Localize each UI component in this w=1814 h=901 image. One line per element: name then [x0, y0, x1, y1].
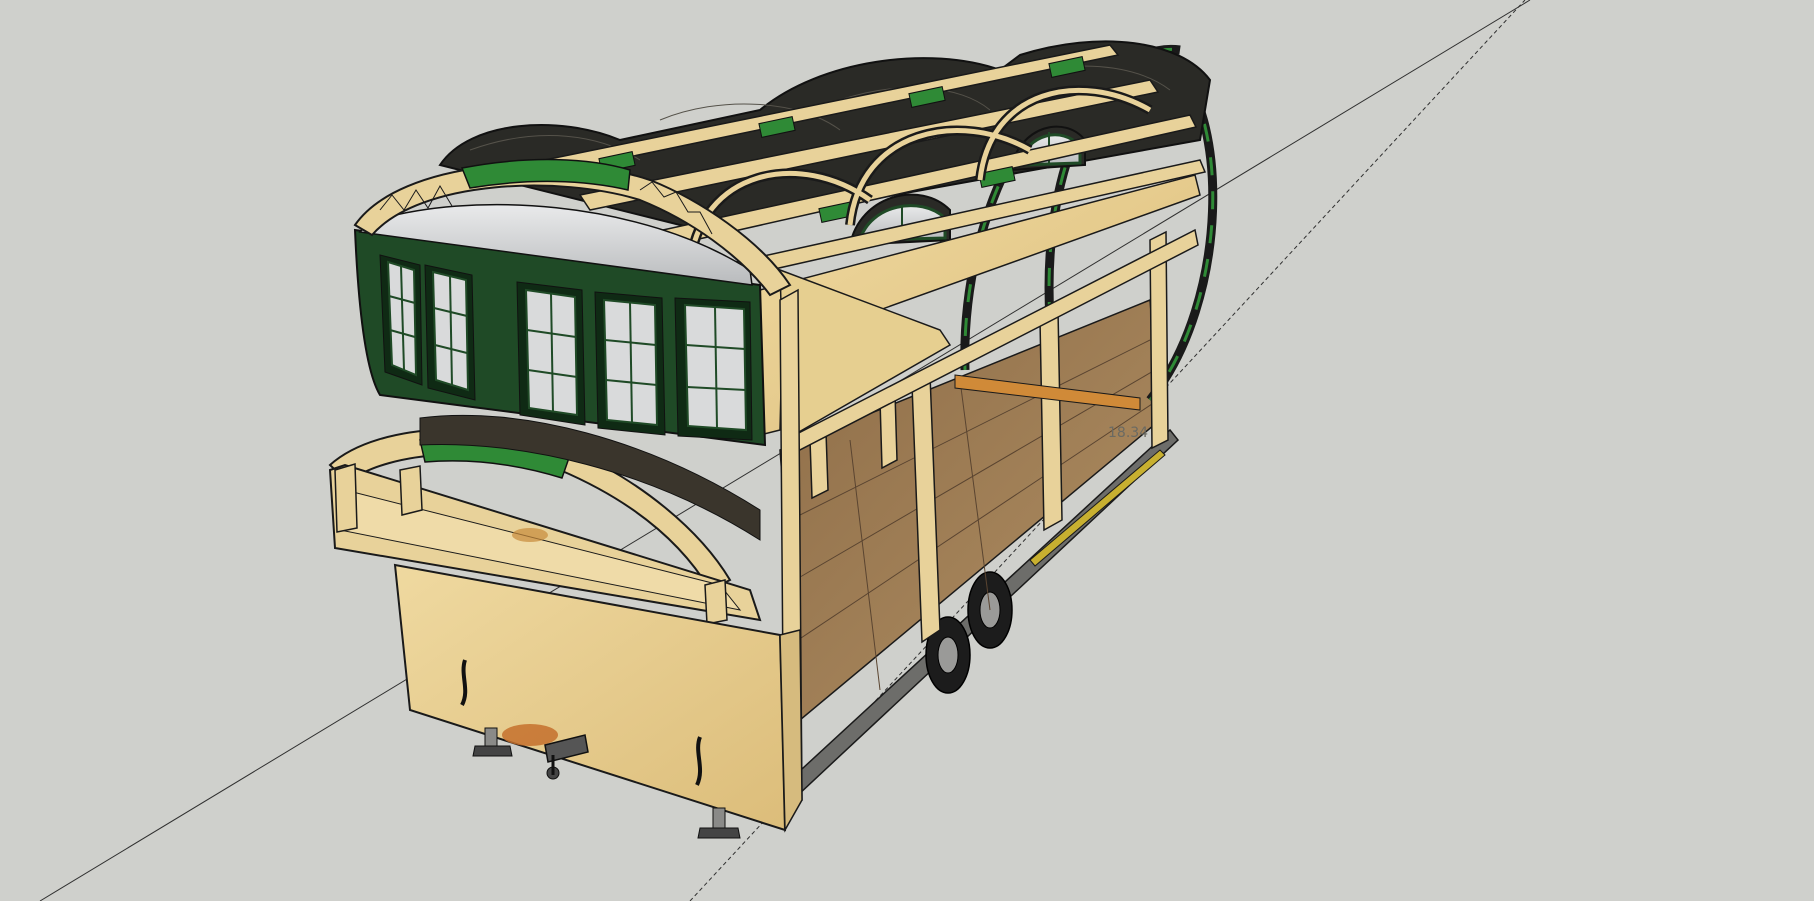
window-4 [594, 291, 666, 436]
model-canvas[interactable]: 18.34 [0, 0, 1814, 901]
wood-knot-2 [512, 528, 548, 542]
window-5 [674, 297, 753, 441]
window-2 [424, 264, 476, 401]
tiny-house-trailer-model[interactable] [328, 40, 1218, 839]
front-hook-right [695, 736, 702, 786]
window-1 [379, 254, 423, 386]
wood-knot [502, 724, 558, 746]
sketchup-3d-viewport[interactable]: 18.34 [0, 0, 1814, 901]
dimension-label: 18.34 [1108, 425, 1148, 441]
window-3 [516, 281, 586, 426]
